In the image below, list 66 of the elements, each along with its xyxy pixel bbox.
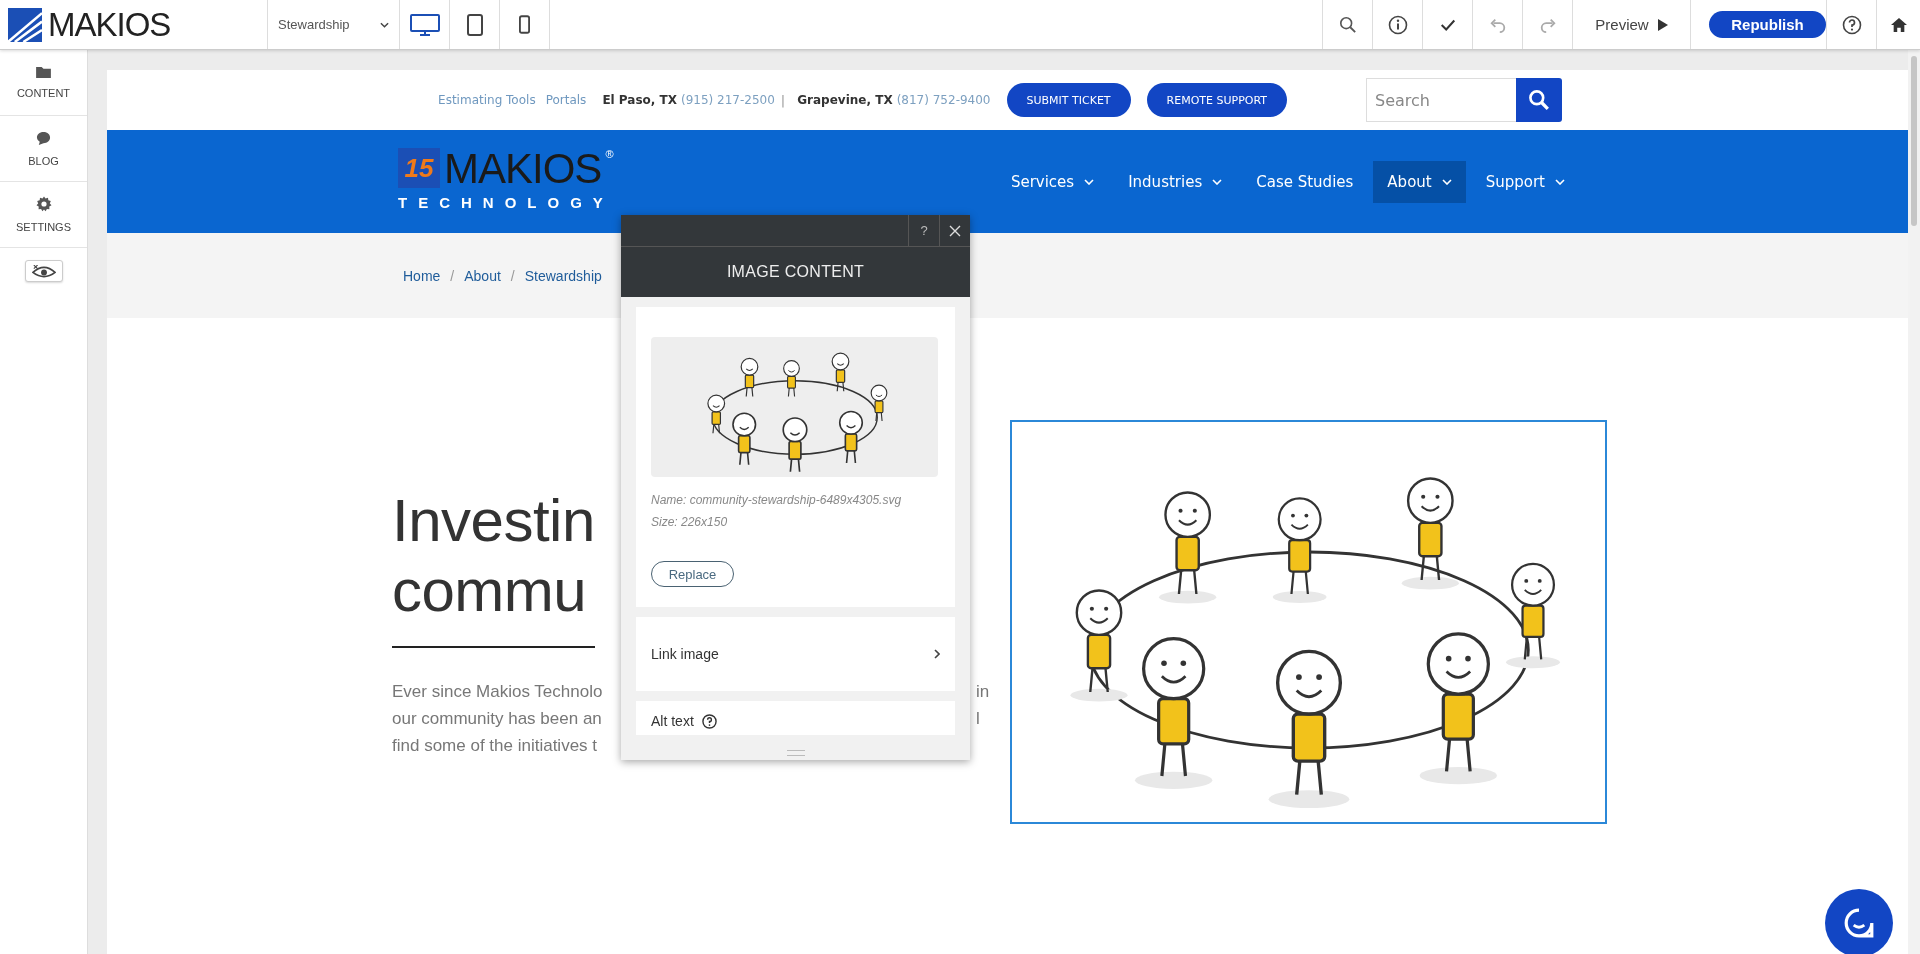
paragraph-text: Ever since Makios Technolo [392, 682, 603, 701]
info-icon [1387, 14, 1408, 35]
chevron-down-icon [1555, 178, 1565, 185]
location-city: El Paso, TX [602, 93, 677, 107]
registered-mark: ® [605, 148, 614, 160]
file-name: Name: community-stewardship-6489x4305.svg [651, 492, 902, 509]
page-heading: commu [392, 557, 587, 624]
link-image-row[interactable]: Link image [636, 617, 955, 691]
chevron-right-icon [934, 649, 940, 659]
breadcrumb-link[interactable]: About [464, 267, 501, 284]
logo-icon [8, 7, 42, 42]
speech-bubble-icon [36, 130, 51, 146]
help-icon [1841, 14, 1862, 35]
link-image-label: Link image [651, 646, 719, 662]
visibility-toggle-button[interactable] [24, 260, 63, 282]
logo-badge: 15 [398, 148, 440, 188]
logo-tagline: TECHNOLOGY [398, 194, 614, 211]
paragraph-text: in [976, 681, 991, 703]
chat-icon [1843, 907, 1875, 939]
chevron-down-icon [1441, 178, 1452, 185]
file-size: Size: 226x150 [651, 514, 728, 531]
preview-button[interactable]: Preview [1572, 0, 1690, 49]
page-heading: Investin [392, 487, 595, 554]
site-search-field[interactable]: Search [1366, 78, 1516, 122]
header-button[interactable]: REMOTE SUPPORT [1146, 83, 1287, 117]
paragraph-text: find some of the initiatives t [392, 736, 598, 755]
paragraph-text: l [976, 708, 981, 730]
phone-icon [519, 15, 530, 34]
location-city: Grapevine, TX [797, 93, 893, 107]
nav-item[interactable]: Case Studies [1242, 160, 1368, 203]
nav-item[interactable]: Services [996, 160, 1109, 203]
page-dropdown[interactable]: Stewardship [268, 0, 400, 49]
nav-item[interactable]: About [1373, 160, 1466, 203]
breadcrumb-separator: / [450, 267, 455, 284]
logo-text: MAKIOS [48, 5, 171, 44]
republish-button[interactable]: Republish [1709, 11, 1826, 38]
breadcrumb-separator: / [510, 267, 515, 284]
help-icon [701, 713, 717, 729]
paragraph-text: our community has been an [392, 709, 602, 728]
home-icon [1889, 16, 1908, 33]
close-icon [949, 224, 961, 237]
eye-icon [31, 264, 56, 278]
chevron-down-icon [380, 21, 389, 28]
monitor-icon [409, 13, 440, 36]
content-menu-item[interactable]: CONTENT [0, 50, 87, 116]
nav-item[interactable]: Industries [1114, 160, 1237, 203]
folder-icon [36, 66, 51, 78]
location-separator: | [780, 92, 786, 108]
search-icon [1338, 15, 1357, 34]
chevron-down-icon [1084, 178, 1095, 185]
settings-icon [35, 196, 52, 212]
alt-text-label: Alt text [651, 713, 694, 729]
breadcrumb-link[interactable]: Home [403, 267, 441, 284]
help-button[interactable]: ? [908, 215, 939, 246]
dialog-title: IMAGE CONTENT [621, 247, 970, 297]
chevron-down-icon [1212, 178, 1223, 185]
search-icon [1528, 89, 1550, 111]
breadcrumb-link[interactable]: Stewardship [524, 267, 602, 284]
tablet-icon [466, 13, 483, 36]
search-button[interactable] [1516, 78, 1562, 122]
blog-menu-item[interactable]: BLOG [0, 116, 87, 182]
header-button[interactable]: SUBMIT TICKET [1006, 83, 1131, 117]
nav-item[interactable]: Support [1471, 160, 1579, 203]
settings-menu-item[interactable]: SETTINGS [0, 182, 87, 248]
logo-name: MAKIOS [444, 148, 602, 190]
play-icon [1657, 18, 1668, 31]
